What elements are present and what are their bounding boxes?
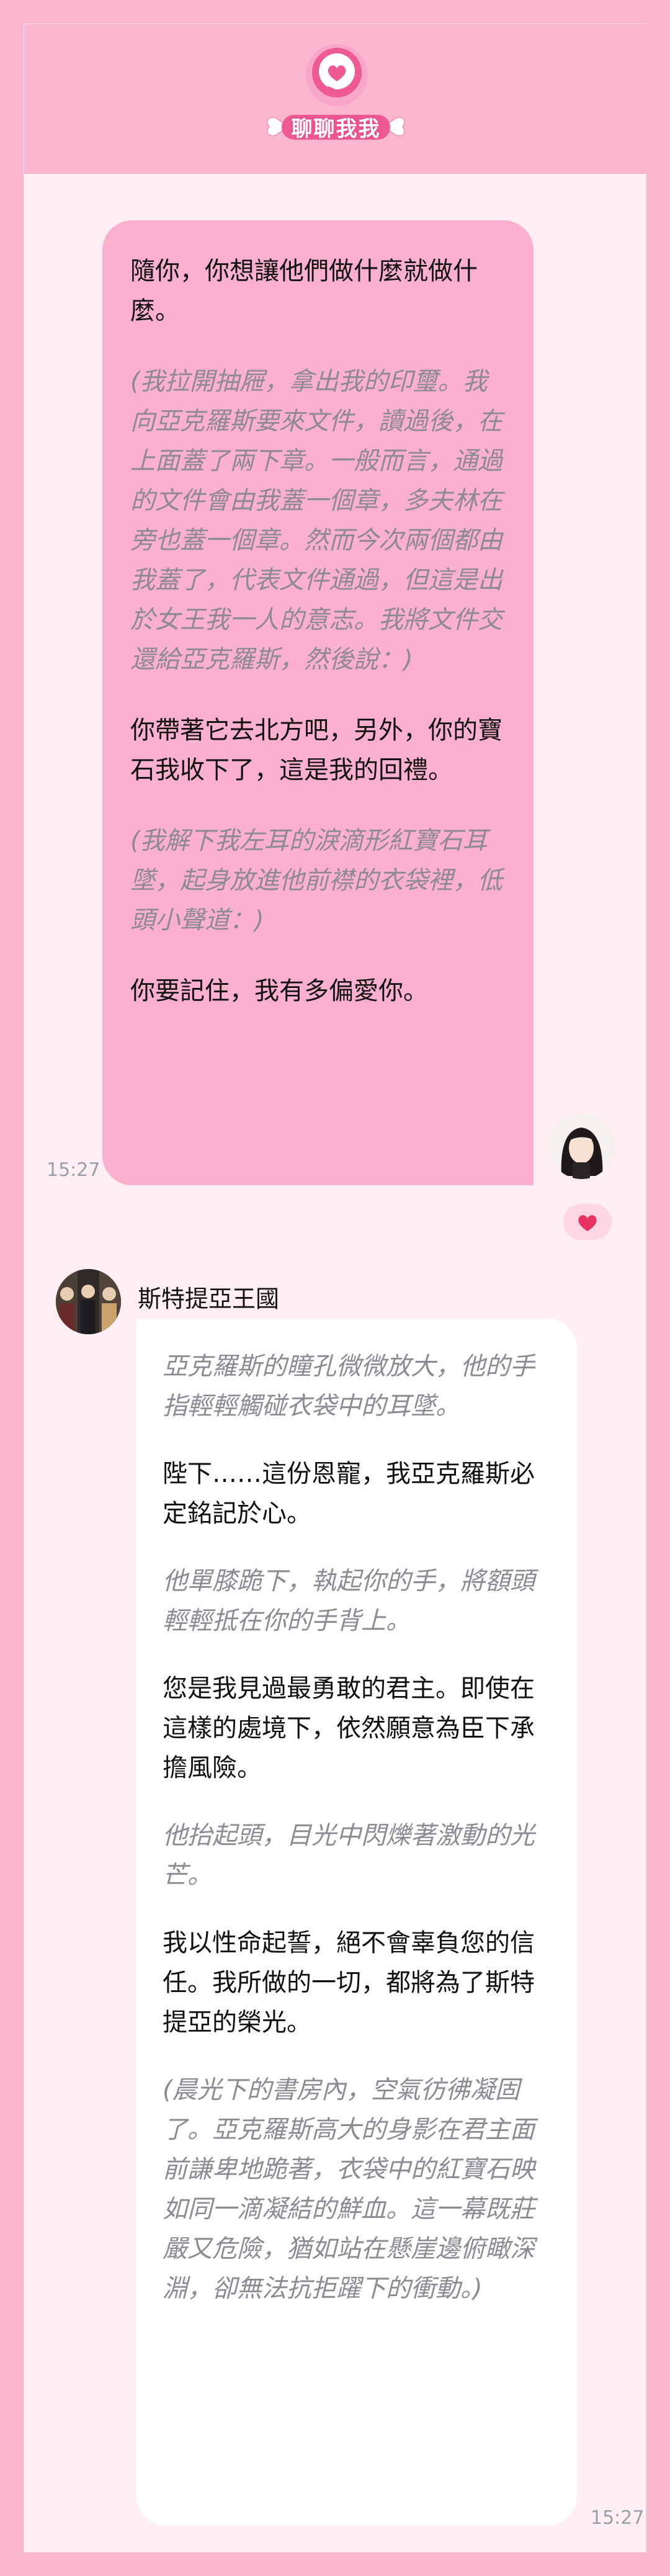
bot-message-time: 15:27	[591, 2507, 645, 2529]
user-avatar[interactable]	[549, 1114, 614, 1179]
bot-narration: (晨光下的書房內，空氣彷彿凝固了。亞克羅斯高大的身影在君主面前謙卑地跪著，衣袋中…	[163, 2076, 535, 2303]
app-title-badge: 聊聊我我	[263, 110, 409, 143]
bot-narration: 他單膝跪下，執起你的手，將額頭輕輕抵在你的手背上。	[163, 1567, 535, 1635]
bot-name: 斯特提亞王國	[138, 1285, 280, 1313]
user-narration: (我解下我左耳的淚滴形紅寶石耳墜，起身放進他前襟的衣袋裡，低頭小聲道：)	[130, 827, 502, 935]
bot-speech: 我以性命起誓，絕不會辜負您的信任。我所做的一切，都將為了斯特提亞的榮光。	[163, 1929, 535, 2037]
user-speech: 隨你，你想讓他們做什麼就做什麼。	[130, 257, 478, 325]
bot-speech: 陛下……這份恩寵，我亞克羅斯必定銘記於心。	[163, 1460, 535, 1528]
user-message-bubble[interactable]: 隨你，你想讓他們做什麼就做什麼。 (我拉開抽屜，拿出我的印璽。我向亞克羅斯要來文…	[102, 220, 534, 1185]
header-bar: 聊聊我我	[24, 24, 647, 174]
app-title: 聊聊我我	[291, 116, 381, 141]
like-button[interactable]	[563, 1204, 612, 1240]
heart-chat-icon	[306, 44, 368, 106]
user-message-time: 15:27	[47, 1159, 100, 1181]
bot-narration: 他抬起頭，目光中閃爍著激動的光芒。	[163, 1821, 535, 1890]
user-speech: 你帶著它去北方吧，另外，你的寶石我收下了，這是我的回禮。	[130, 716, 502, 784]
bot-speech: 您是我見過最勇敢的君主。即使在這樣的處境下，依然願意為臣下承擔風險。	[163, 1674, 535, 1782]
user-speech: 你要記住，我有多偏愛你。	[130, 977, 428, 1005]
heart-icon	[578, 1215, 597, 1231]
user-narration: (我拉開抽屜，拿出我的印璽。我向亞克羅斯要來文件，讀過後，在上面蓋了兩下章。一般…	[130, 367, 502, 674]
bot-avatar[interactable]	[56, 1269, 121, 1334]
bot-narration: 亞克羅斯的瞳孔微微放大，他的手指輕輕觸碰衣袋中的耳墜。	[163, 1352, 535, 1420]
bot-message-bubble[interactable]: 亞克羅斯的瞳孔微微放大，他的手指輕輕觸碰衣袋中的耳墜。 陛下……這份恩寵，我亞克…	[136, 1319, 577, 2526]
